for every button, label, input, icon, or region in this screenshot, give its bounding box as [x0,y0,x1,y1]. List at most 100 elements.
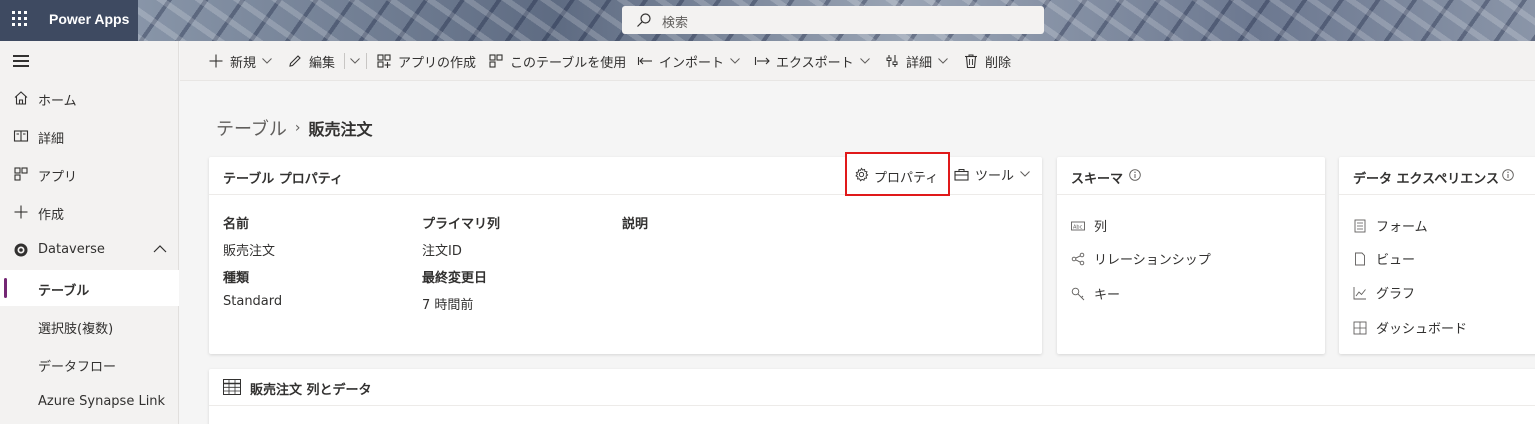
divider [344,53,345,69]
export-icon [754,57,770,65]
schema-item-label: 列 [1094,220,1108,235]
sidebar-item-home[interactable]: ホーム [0,80,179,116]
dashboards-link[interactable]: ダッシュボード [1353,318,1467,337]
use-table-icon [489,54,503,68]
schema-keys-link[interactable]: キー [1071,284,1120,303]
schema-columns-link[interactable]: Abc 列 [1071,216,1107,235]
chevron-down-icon [1020,171,1030,177]
charts-link[interactable]: グラフ [1353,283,1415,302]
tools-button-label: ツール [975,168,1015,184]
use-table-button[interactable]: このテーブルを使用 [488,41,626,81]
data-experience-label: ダッシュボード [1376,322,1468,337]
create-app-label: アプリの作成 [398,55,477,71]
card-title: 販売注文 列とデータ [250,383,372,398]
pencil-icon [289,55,301,67]
home-icon [14,91,28,105]
chevron-down-icon [730,58,740,64]
card-header: データ エクスペリエンス [1339,157,1535,195]
sidebar-item-apps[interactable]: アプリ [0,156,179,192]
views-link[interactable]: ビュー [1353,249,1415,268]
details-button[interactable]: 詳細 [884,41,948,81]
details-label: 詳細 [906,55,933,71]
chevron-down-icon[interactable] [350,58,360,64]
new-button[interactable]: 新規 [208,41,272,81]
schema-relationships-link[interactable]: リレーションシップ [1071,249,1211,268]
sidebar-item-label: Dataverse [38,242,105,257]
hamburger-menu-icon[interactable] [13,55,29,67]
breadcrumb: テーブル › 販売注文 [216,115,373,141]
last-modified-value: 7 時間前 [422,298,474,313]
last-modified-label: 最終変更日 [422,271,488,286]
card-title: テーブル プロパティ [223,172,343,187]
data-experience-label: グラフ [1376,287,1416,302]
properties-button[interactable]: プロパティ [845,152,950,196]
sidebar-item-choices[interactable]: 選択肢(複数) [0,308,179,344]
sidebar-item-label: ホーム [38,94,77,109]
sidebar-item-dataflows[interactable]: データフロー [0,346,179,382]
schema-item-label: リレーションシップ [1094,253,1211,268]
chevron-down-icon [859,58,870,64]
sidebar-item-tables[interactable]: テーブル [0,270,179,306]
primary-column-label: プライマリ列 [422,217,501,232]
command-bar: 新規 編集 アプリの作成 このテーブルを使用 インポート エクスポート 詳細 削… [180,41,1535,81]
type-label: 種類 [223,271,250,286]
app-launcher-icon[interactable] [12,11,30,29]
sidebar-item-label: テーブル [38,284,90,299]
svg-text:Abc: Abc [1073,224,1083,230]
divider [366,53,367,69]
dataverse-icon [14,243,28,257]
chevron-down-icon [262,58,272,64]
search-icon [637,13,651,27]
primary-column-value: 注文ID [422,244,462,259]
card-header: スキーマ [1057,157,1325,195]
export-button[interactable]: エクスポート [754,41,870,81]
data-experience-label: フォーム [1376,220,1428,235]
create-app-button[interactable]: アプリの作成 [376,41,476,81]
sidebar-item-label: 選択肢(複数) [38,322,114,337]
chevron-down-icon [938,58,948,64]
description-label: 説明 [622,217,649,232]
left-nav: ホーム 詳細 アプリ 作成 Dataverse テーブル 選択肢(複数) データ… [0,41,179,424]
columns-data-card: 販売注文 列とデータ [209,369,1535,424]
delete-button[interactable]: 削除 [963,41,1011,81]
sidebar-item-create[interactable]: 作成 [0,194,179,230]
forms-link[interactable]: フォーム [1353,216,1428,235]
key-icon [1071,287,1085,300]
chart-icon [1353,286,1366,299]
trash-icon [965,54,977,69]
sidebar-item-learn[interactable]: 詳細 [0,118,179,154]
view-icon [1355,252,1365,265]
sidebar-item-azure-synapse-link[interactable]: Azure Synapse Link [0,384,179,420]
app-name[interactable]: Power Apps [49,11,129,27]
export-label: エクスポート [776,55,854,71]
search-input[interactable]: 検索 [622,6,1044,34]
card-title: データ エクスペリエンス [1353,172,1499,187]
card-title: スキーマ [1071,172,1124,187]
info-icon[interactable] [1502,169,1514,181]
tools-button[interactable]: ツール [954,164,1030,184]
name-label: 名前 [223,217,250,232]
chevron-up-icon[interactable] [153,244,167,254]
plus-icon [14,205,28,219]
create-app-icon [377,54,391,68]
schema-item-label: キー [1094,288,1121,303]
sidebar-item-label: データフロー [38,360,117,375]
schema-card: スキーマ Abc 列 リレーションシップ キー [1057,157,1325,354]
import-button[interactable]: インポート [637,41,740,81]
sidebar-item-label: 詳細 [38,132,65,147]
data-experience-label: ビュー [1376,253,1416,268]
use-table-label: このテーブルを使用 [510,55,627,71]
brand-area: Power Apps [0,0,138,41]
app-header: Power Apps 検索 [0,0,1535,41]
info-icon[interactable] [1129,169,1141,181]
toolbox-icon [954,168,969,181]
table-grid-icon [223,379,241,395]
sidebar-item-label: 作成 [38,208,65,223]
page-title: 販売注文 [308,120,373,139]
edit-button[interactable]: 編集 [287,41,335,81]
properties-button-label: プロパティ [874,171,939,186]
settings-sliders-icon [886,55,898,67]
form-icon [1354,219,1366,232]
breadcrumb-tables-link[interactable]: テーブル [216,115,287,141]
sidebar-item-dataverse[interactable]: Dataverse [0,232,179,268]
